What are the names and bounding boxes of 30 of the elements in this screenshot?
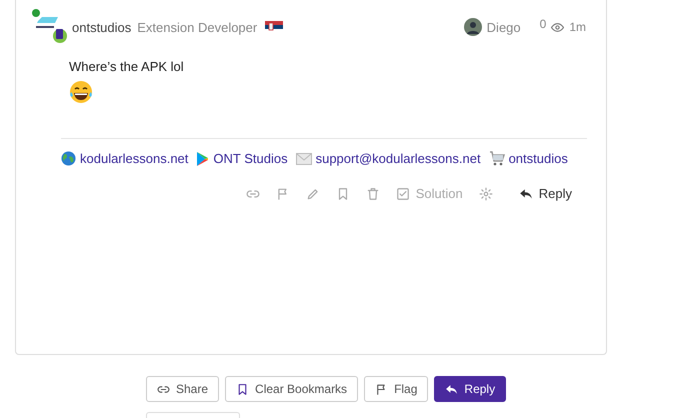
username[interactable]: ontstudios <box>72 20 132 34</box>
bookmark-icon <box>236 382 250 396</box>
reply-button[interactable]: Reply <box>434 376 506 402</box>
read-count: 0 <box>540 17 546 31</box>
flag-button[interactable]: Flag <box>364 376 428 402</box>
signature-link[interactable]: kodularlessons.net <box>80 151 188 166</box>
envelope-icon <box>296 152 312 164</box>
cart-icon <box>488 151 505 166</box>
reply-icon <box>518 186 533 200</box>
checkbox-icon <box>396 186 410 200</box>
settings-icon <box>478 186 493 200</box>
user-title: Extension Developer <box>137 20 258 34</box>
signature-link[interactable]: ONT Studios <box>213 151 288 166</box>
globe-icon <box>61 151 76 166</box>
signature-link[interactable]: support@kodularlessons.net <box>316 151 481 166</box>
signature-link[interactable]: ontstudios <box>508 151 568 166</box>
reply-button[interactable]: Reply <box>510 180 580 207</box>
share-button[interactable]: Share <box>146 376 220 402</box>
avatar-icon <box>464 18 482 36</box>
bookmark-button[interactable]: Clear Bookmarks <box>225 376 358 402</box>
laughing-emoji-icon <box>69 80 93 104</box>
play-icon <box>196 152 210 166</box>
reply-icon <box>445 382 458 396</box>
flag-emoji-icon <box>265 21 284 33</box>
reply-to-username[interactable]: Diego <box>486 20 521 34</box>
post-age[interactable]: 1m <box>569 20 586 34</box>
eye-icon <box>551 20 564 34</box>
trash-icon <box>366 186 380 200</box>
pencil-icon <box>306 186 320 200</box>
post-text: Where’s the APK lol <box>69 59 185 74</box>
